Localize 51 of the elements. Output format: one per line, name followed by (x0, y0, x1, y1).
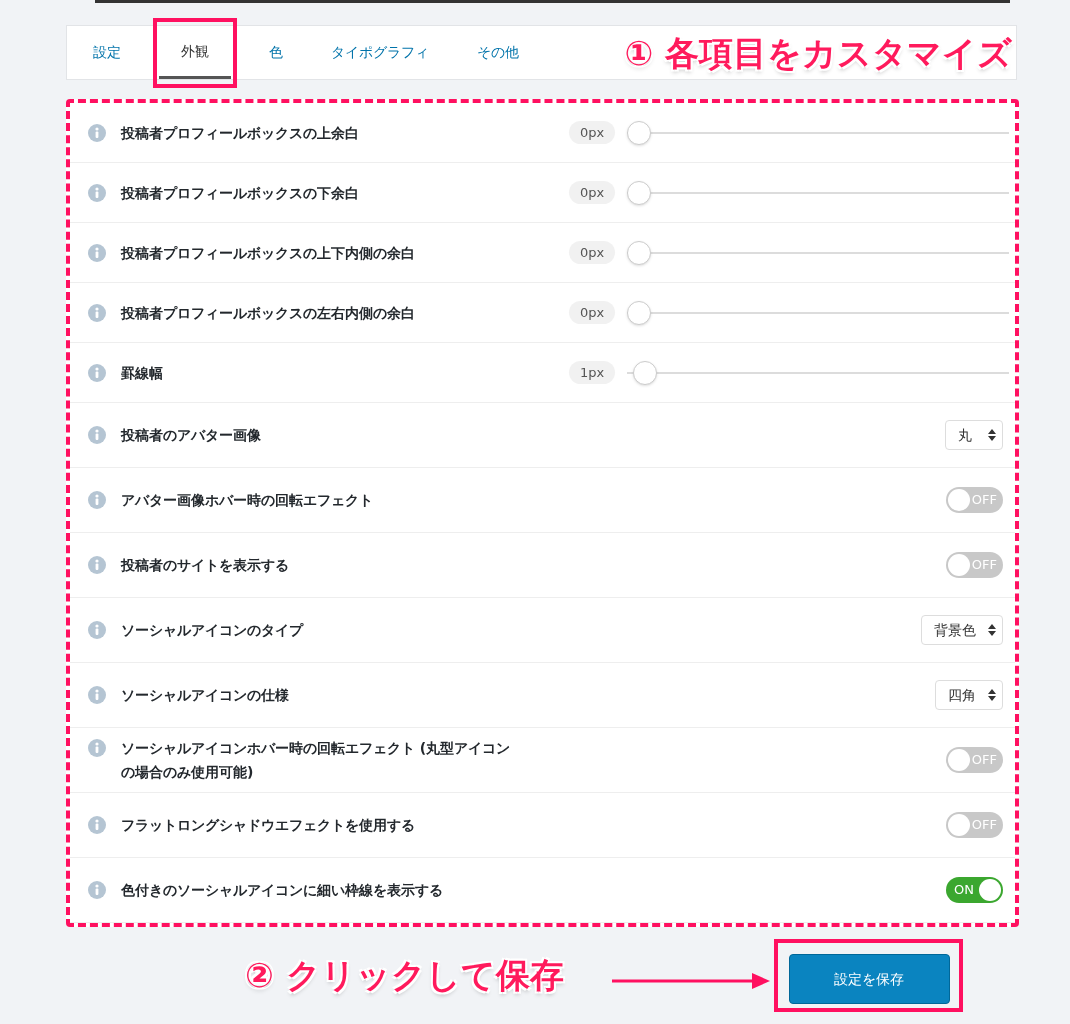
setting-label: 投稿者プロフィールボックスの上余白 (121, 123, 360, 143)
tab[interactable]: 設定 (83, 26, 131, 79)
setting-label: 色付きのソーシャルアイコンに細い枠線を表示する (121, 881, 444, 900)
value-readout: 0px (569, 180, 615, 205)
tab[interactable]: 色 (259, 26, 293, 79)
setting-label: 投稿者プロフィールボックスの下余白 (121, 183, 360, 203)
tab[interactable]: 外観 (159, 26, 231, 79)
info-icon (88, 303, 106, 322)
slider-thumb[interactable] (627, 180, 651, 205)
dropdown-select[interactable]: 四角 (935, 680, 1003, 710)
setting-label: 罫線幅 (121, 363, 164, 383)
value-readout: 0px (569, 120, 615, 145)
info-icon (88, 426, 106, 444)
slider-thumb[interactable] (627, 300, 651, 325)
setting-label: ソーシャルアイコンのタイプ (121, 621, 305, 640)
value-readout: 0px (569, 240, 615, 265)
up-down-caret-icon (988, 689, 996, 701)
slider-thumb[interactable] (632, 360, 657, 385)
dropdown-select[interactable]: 丸 (945, 420, 1003, 450)
tab[interactable]: その他 (467, 26, 529, 79)
setting-label: 投稿者プロフィールボックスの上下内側の余白 (121, 243, 416, 263)
setting-label: 投稿者プロフィールボックスの左右内側の余白 (121, 303, 416, 323)
slider-thumb[interactable] (627, 240, 651, 265)
annotation-heading: ① 各項目をカスタマイズ (624, 32, 1012, 75)
info-icon (88, 686, 106, 704)
info-icon (88, 183, 106, 202)
setting-label: 投稿者のサイトを表示する (121, 556, 290, 575)
info-icon (88, 123, 106, 142)
info-icon (88, 816, 106, 834)
setting-label: フラットロングシャドウエフェクトを使用する (121, 816, 416, 835)
info-icon (88, 556, 106, 574)
setting-label: ソーシャルアイコンホバー時の回転エフェクト (丸型アイコンの場合のみ使用可能) (121, 739, 512, 782)
toggle-switch[interactable]: ON (946, 877, 1003, 903)
setting-label: 投稿者のアバター画像 (121, 426, 262, 445)
info-icon (88, 621, 106, 639)
tab[interactable]: タイポグラフィ (321, 26, 439, 79)
setting-label: ソーシャルアイコンの仕様 (121, 686, 290, 705)
info-icon (88, 491, 106, 509)
value-readout: 0px (569, 300, 615, 325)
info-icon (88, 739, 106, 757)
info-icon (88, 363, 106, 382)
info-icon (88, 881, 106, 899)
up-down-caret-icon (988, 429, 996, 441)
dropdown-select[interactable]: 背景色 (921, 615, 1003, 645)
annotation-heading: ② クリックして保存 (245, 954, 564, 997)
value-readout: 1px (569, 360, 615, 385)
up-down-caret-icon (988, 624, 996, 636)
info-icon (88, 243, 106, 262)
slider-thumb[interactable] (627, 120, 651, 145)
setting-label: アバター画像ホバー時の回転エフェクト (121, 491, 374, 510)
save-button[interactable]: 設定を保存 (788, 954, 950, 1004)
